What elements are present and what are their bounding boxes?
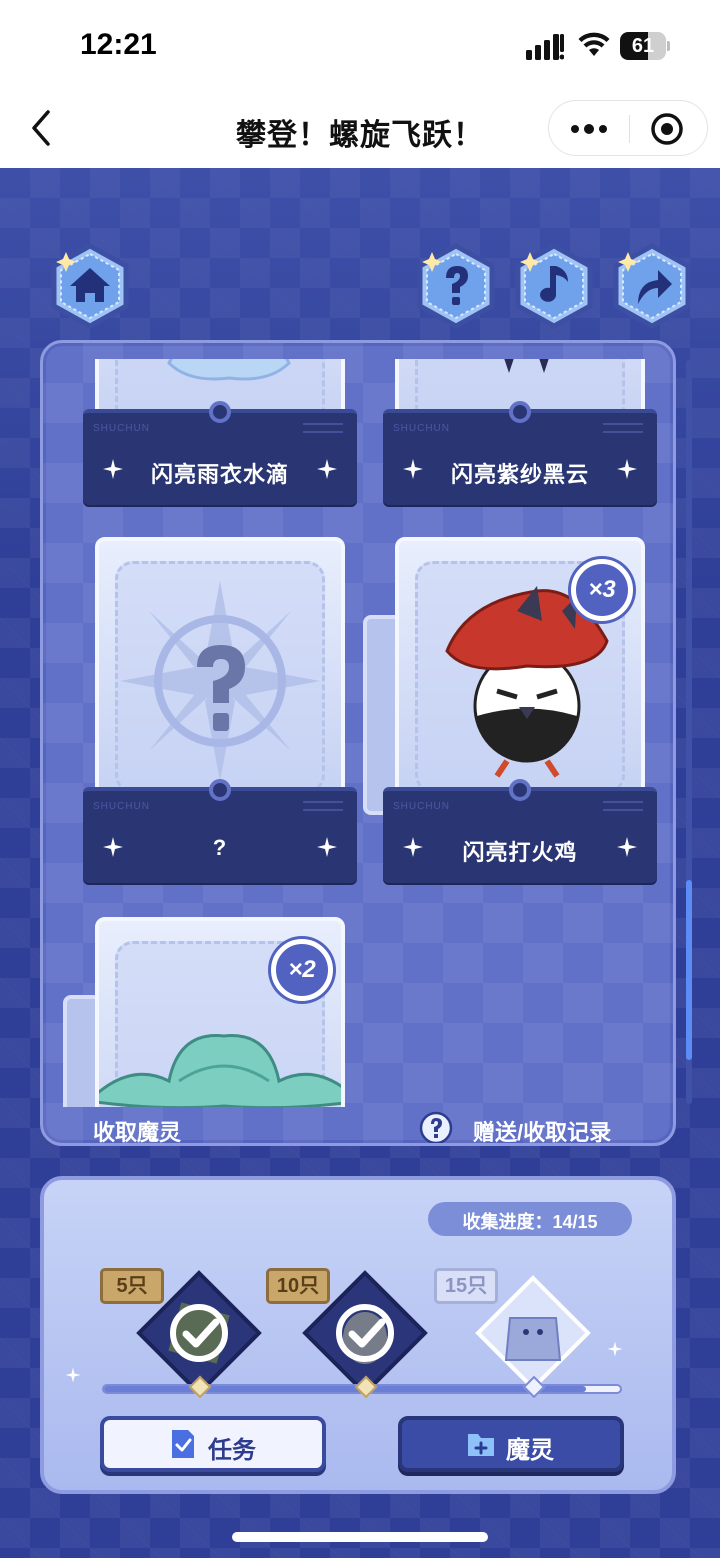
music-note-icon — [515, 243, 593, 329]
count-badge: ×3 — [571, 559, 633, 621]
capsule-divider — [629, 115, 630, 143]
home-indicator[interactable] — [232, 1532, 488, 1542]
sparkle-icon — [317, 837, 337, 857]
count-badge: ×2 — [271, 939, 333, 1001]
nav-bar: 攀登！螺旋飞跃！ — [0, 96, 720, 168]
progress-value: 14/15 — [552, 1212, 598, 1232]
gift-collect-record-link[interactable]: 赠送/收取记录 — [473, 1115, 611, 1143]
collection-progress-panel: 收集进度：14/15 5只 10只 15只 任务 魔灵 — [40, 1176, 676, 1494]
task-button-label: 任务 — [208, 1437, 256, 1464]
collect-spirit-link[interactable]: 收取魔灵 — [93, 1115, 181, 1143]
status-bar: 12:21 61 — [0, 0, 720, 96]
sparkle-icon — [317, 459, 337, 479]
home-button[interactable] — [46, 242, 134, 330]
battery-indicator: 61 — [620, 32, 670, 60]
game-area: SHUCHUN 闪亮雨衣水滴 SHUCHUN 闪亮紫纱黑云 SHUCHUN ? … — [0, 168, 720, 1558]
spirit-button[interactable]: 魔灵 — [398, 1416, 624, 1472]
sparkle-icon — [607, 1341, 623, 1357]
spirit-button-label: 魔灵 — [506, 1437, 554, 1464]
card-grid[interactable]: SHUCHUN 闪亮雨衣水滴 SHUCHUN 闪亮紫纱黑云 SHUCHUN ? … — [43, 359, 673, 1107]
folder-plus-icon — [468, 1434, 494, 1456]
collection-panel: SHUCHUN 闪亮雨衣水滴 SHUCHUN 闪亮紫纱黑云 SHUCHUN ? … — [40, 340, 676, 1146]
cellular-signal-icon — [526, 34, 564, 60]
milestone-tag: 15只 — [434, 1268, 498, 1304]
dark-cloud-art — [504, 359, 549, 373]
share-arrow-icon — [613, 243, 691, 329]
question-icon — [417, 243, 495, 329]
scrollbar[interactable] — [686, 360, 692, 1104]
music-button[interactable] — [510, 242, 598, 330]
jelly-sprout-art — [99, 1034, 341, 1107]
card-jelly-sprout[interactable]: ×2 — [83, 917, 357, 1107]
progress-label: 收集进度： — [462, 1212, 553, 1232]
progress-pill: 收集进度：14/15 — [428, 1202, 632, 1236]
battery-percent: 61 — [631, 35, 655, 57]
milestone-tag: 5只 — [100, 1268, 164, 1304]
status-time: 12:21 — [80, 28, 157, 61]
help-circle-icon[interactable] — [419, 1111, 453, 1145]
panel-footer: 收取魔灵 赠送/收取记录 — [43, 1107, 673, 1145]
sparkle-icon — [617, 837, 637, 857]
more-dots-icon[interactable] — [567, 115, 611, 143]
scrollbar-thumb[interactable] — [686, 880, 692, 1060]
card-shiny-fire-chicken[interactable]: ×3 SHUCHUN 闪亮打火鸡 — [383, 537, 657, 887]
card-unknown[interactable]: SHUCHUN ? — [83, 537, 357, 887]
wifi-icon — [578, 32, 610, 56]
card-shiny-raincoat-droplet[interactable]: SHUCHUN 闪亮雨衣水滴 — [83, 359, 357, 509]
sparkle-icon — [65, 1367, 81, 1383]
share-button[interactable] — [608, 242, 696, 330]
card-shiny-purple-veil-dark-cloud[interactable]: SHUCHUN 闪亮紫纱黑云 — [383, 359, 657, 509]
help-button[interactable] — [412, 242, 500, 330]
task-document-icon — [172, 1430, 194, 1458]
raincoat-droplet-art — [167, 359, 291, 381]
mini-program-capsule — [548, 100, 708, 156]
sparkle-icon — [617, 459, 637, 479]
progress-fill — [104, 1386, 586, 1392]
milestone-tag: 10只 — [266, 1268, 330, 1304]
question-mark-icon — [197, 645, 245, 731]
home-icon — [51, 243, 129, 329]
task-button[interactable]: 任务 — [100, 1416, 326, 1472]
close-target-icon[interactable] — [649, 111, 685, 147]
